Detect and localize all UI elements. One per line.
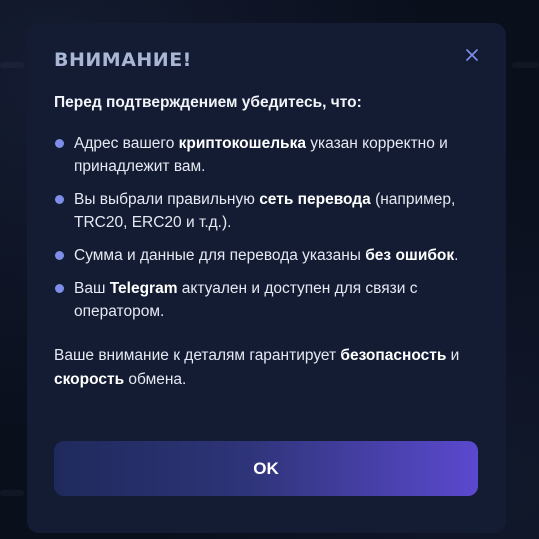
warning-dialog: ВНИМАНИЕ! Перед подтверждением убедитесь… bbox=[27, 23, 506, 533]
item-emphasis: сеть перевода bbox=[259, 191, 371, 208]
bullet-dot-icon bbox=[55, 195, 64, 204]
checklist-item: Ваш Telegram актуален и доступен для свя… bbox=[54, 277, 478, 323]
footer-text-part: и bbox=[446, 347, 460, 364]
footer-emphasis-security: безопасность bbox=[340, 347, 447, 364]
item-text: Сумма и данные для перевода указаны bbox=[74, 247, 366, 264]
footer-text-part: Ваше внимание к деталям гарантирует bbox=[54, 347, 341, 364]
item-text: Ваш bbox=[74, 280, 110, 297]
bullet-dot-icon bbox=[55, 251, 64, 260]
close-icon bbox=[466, 49, 478, 61]
ok-button[interactable]: OK bbox=[54, 441, 478, 496]
checklist: Адрес вашего криптокошелька указан корре… bbox=[54, 132, 478, 323]
checklist-item: Адрес вашего криптокошелька указан корре… bbox=[54, 132, 478, 178]
backdrop-placeholder bbox=[0, 62, 24, 68]
item-text: . bbox=[454, 247, 459, 264]
dialog-title: ВНИМАНИЕ! bbox=[54, 49, 192, 71]
backdrop-placeholder bbox=[0, 490, 24, 496]
footer-emphasis-speed: скорость bbox=[54, 371, 125, 388]
dialog-footer-text: Ваше внимание к деталям гарантирует безо… bbox=[54, 344, 478, 392]
close-button[interactable] bbox=[466, 49, 480, 63]
bullet-dot-icon bbox=[55, 139, 64, 148]
item-text: Вы выбрали правильную bbox=[74, 191, 260, 208]
item-emphasis: без ошибок bbox=[365, 247, 455, 264]
item-emphasis: Telegram bbox=[109, 280, 178, 297]
dialog-lead-text: Перед подтверждением убедитесь, что: bbox=[54, 94, 362, 111]
checklist-item: Сумма и данные для перевода указаны без … bbox=[54, 244, 478, 267]
bullet-dot-icon bbox=[55, 284, 64, 293]
footer-text-part: обмена. bbox=[124, 371, 187, 388]
backdrop-placeholder bbox=[512, 62, 539, 68]
checklist-item: Вы выбрали правильную сеть перевода (нап… bbox=[54, 188, 478, 234]
item-text: Адрес вашего bbox=[74, 135, 179, 152]
item-emphasis: криптокошелька bbox=[178, 135, 306, 152]
